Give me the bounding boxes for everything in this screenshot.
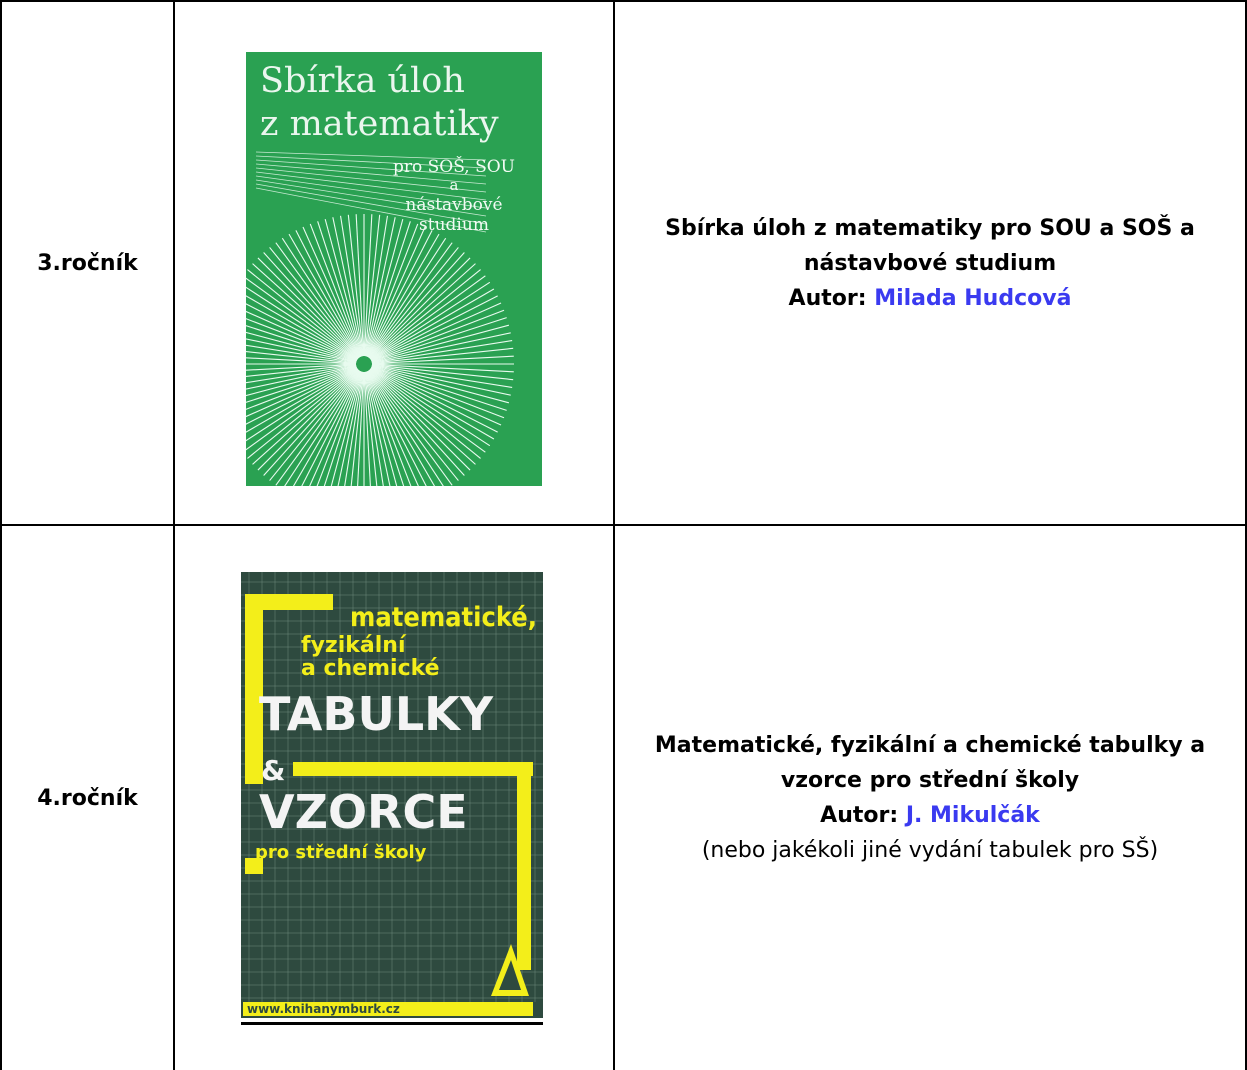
cover-sub-1: pro SOŠ, SOU bbox=[393, 156, 515, 177]
tabulky-cover-art: matematické, fyzikální a chemické TABULK… bbox=[241, 572, 543, 1025]
book-title: Sbírka úloh z matematiky pro SOU a SOŠ a… bbox=[665, 215, 1195, 276]
cover-amp: & bbox=[261, 754, 285, 787]
cover-title-1: Sbírka úloh bbox=[260, 61, 465, 101]
author-name[interactable]: Milada Hudcová bbox=[874, 286, 1071, 311]
cover-line-3: a chemické bbox=[301, 656, 440, 681]
cover-big-1: TABULKY bbox=[259, 687, 494, 741]
cover-title-2: z matematiky bbox=[260, 104, 499, 144]
book-author-line: Autor: Milada Hudcová bbox=[635, 281, 1225, 316]
book-description: Sbírka úloh z matematiky pro SOU a SOŠ a… bbox=[615, 2, 1245, 524]
book-author-line: Autor: J. Mikulčák bbox=[630, 798, 1230, 833]
cover-sub-3: nástavbové bbox=[405, 195, 502, 215]
grade-label: 3.ročník bbox=[37, 250, 138, 276]
table-col-divider-1 bbox=[173, 0, 175, 1070]
book-title: Matematické, fyzikální a chemické tabulk… bbox=[654, 733, 1206, 793]
grade-label: 4.ročník bbox=[37, 785, 138, 811]
cover-sub: pro střední školy bbox=[255, 842, 427, 863]
book-cover-image: Sbírka úloh z matematiky pro SOŠ, SOU a … bbox=[246, 52, 542, 486]
book-table: 3.ročník Sbírka úloh z matematiky pro SO… bbox=[0, 0, 1247, 1070]
book-cover-image: matematické, fyzikální a chemické TABULK… bbox=[241, 572, 543, 1028]
cover-line-2: fyzikální bbox=[301, 633, 407, 658]
book-note: (nebo jakékoli jiné vydání tabulek pro S… bbox=[701, 838, 1159, 863]
cover-sub-2: a bbox=[450, 176, 459, 194]
sbirka-cover-art: Sbírka úloh z matematiky pro SOŠ, SOU a … bbox=[246, 52, 542, 486]
cover-sub-4: studium bbox=[419, 215, 489, 235]
author-prefix: Autor: bbox=[820, 803, 899, 828]
cover-line-1: matematické, bbox=[350, 602, 537, 633]
book-description: Matematické, fyzikální a chemické tabulk… bbox=[615, 526, 1245, 1070]
cover-url: www.knihanymburk.cz bbox=[247, 1002, 400, 1016]
author-prefix: Autor: bbox=[788, 285, 867, 311]
author-name[interactable]: J. Mikulčák bbox=[906, 803, 1040, 828]
cover-big-2: VZORCE bbox=[259, 785, 468, 839]
